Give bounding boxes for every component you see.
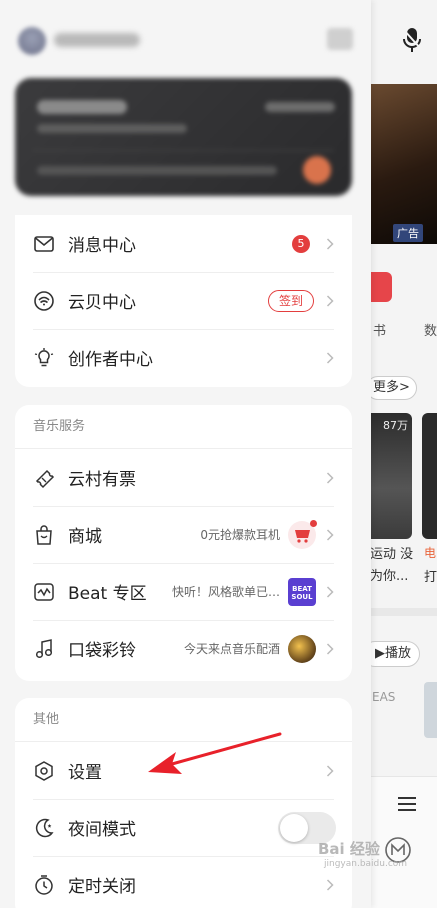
lightbulb-icon — [33, 347, 55, 369]
section-title: 音乐服务 — [15, 405, 352, 449]
chevron-right-icon — [326, 351, 334, 364]
menu-item-beat[interactable]: Beat 专区 快听！风格歌单已… BEAT SOUL — [15, 563, 352, 620]
beat-soul-thumbnail: BEAT SOUL — [288, 577, 316, 606]
background-page: 广告 书 数 更多> 87万 运动 没为你... 电 打 ▶播放 EAS — [370, 0, 437, 908]
menu-item-yunbei[interactable]: 云贝中心 签到 — [15, 272, 352, 329]
chevron-right-icon — [326, 237, 334, 250]
promo-text: 今天来点音乐配酒 — [183, 642, 280, 656]
menu-item-timer[interactable]: 定时关闭 — [15, 856, 352, 908]
ringtone-thumbnail — [288, 634, 316, 663]
menu-item-label: Beat 专区 — [68, 584, 147, 604]
vip-card-blurred[interactable] — [15, 78, 352, 196]
menu-item-tickets[interactable]: 云村有票 — [15, 449, 352, 506]
menu-item-label: 云贝中心 — [68, 293, 136, 313]
playlist-title: 运动 没为你... — [370, 547, 414, 584]
main-menu-card: 消息中心 5 云贝中心 签到 创作者中心 — [15, 215, 352, 387]
playlist-title-2: 打 — [424, 570, 437, 585]
waveform-icon — [33, 581, 55, 603]
other-card: 其他 设置 夜间模式 定时关闭 — [15, 698, 352, 908]
menu-item-messages[interactable]: 消息中心 5 — [15, 215, 352, 272]
checkin-button[interactable]: 签到 — [267, 289, 314, 312]
username-blurred[interactable] — [54, 33, 140, 47]
chevron-right-icon — [326, 878, 334, 891]
playlist-card-2[interactable] — [422, 413, 437, 539]
menu-item-label: 商城 — [68, 527, 102, 547]
play-count: 87万 — [383, 419, 408, 432]
microphone-icon[interactable] — [400, 26, 424, 54]
menu-item-label: 设置 — [68, 763, 102, 783]
menu-item-label: 口袋彩铃 — [68, 641, 136, 661]
shopping-bag-icon — [33, 524, 55, 546]
music-note-icon — [33, 638, 55, 660]
entry-label-2: 数 — [424, 324, 437, 339]
playlist-tag: 电 — [424, 546, 437, 560]
section-title: 其他 — [15, 698, 352, 742]
chevron-right-icon — [326, 528, 334, 541]
ticket-icon — [33, 467, 55, 489]
profile-header — [0, 0, 371, 215]
divider — [370, 608, 437, 616]
scan-icon[interactable] — [327, 28, 353, 50]
menu-item-label: 云村有票 — [68, 470, 136, 490]
song-thumbnail[interactable] — [424, 682, 437, 738]
chevron-right-icon — [326, 471, 334, 484]
chevron-right-icon — [326, 642, 334, 655]
menu-item-night-mode[interactable]: 夜间模式 — [15, 799, 352, 856]
toggle-knob — [280, 813, 308, 842]
side-drawer: 消息中心 5 云贝中心 签到 创作者中心 音乐服务 云村有票 商城 0元抢爆款耳… — [0, 0, 371, 908]
menu-item-creator[interactable]: 创作者中心 — [15, 329, 352, 386]
playlist-icon[interactable] — [396, 794, 418, 814]
song-text: EAS — [372, 690, 396, 704]
banner-image[interactable]: 广告 — [370, 84, 437, 244]
entry-label: 书 — [373, 324, 387, 339]
menu-item-label: 消息中心 — [68, 236, 136, 256]
ad-label: 广告 — [393, 224, 423, 242]
menu-item-ringtone[interactable]: 口袋彩铃 今天来点音乐配酒 — [15, 620, 352, 677]
moon-icon — [33, 817, 55, 839]
chevron-right-icon — [326, 294, 334, 307]
chevron-right-icon — [326, 585, 334, 598]
menu-item-label: 创作者中心 — [68, 350, 153, 370]
more-button[interactable]: 更多> — [370, 376, 417, 400]
mail-icon — [33, 233, 55, 255]
chevron-right-icon — [326, 764, 334, 777]
settings-hexagon-icon — [33, 760, 55, 782]
cart-thumbnail — [288, 519, 317, 549]
entry-icon[interactable] — [370, 272, 392, 302]
promo-text: 0元抢爆款耳机 — [200, 528, 280, 542]
menu-item-settings[interactable]: 设置 — [15, 742, 352, 799]
play-button[interactable]: ▶播放 — [370, 641, 421, 667]
menu-item-label: 夜间模式 — [68, 820, 136, 840]
promo-text: 快听！风格歌单已… — [171, 585, 280, 599]
menu-item-label: 定时关闭 — [68, 877, 136, 897]
yunbei-icon — [33, 290, 55, 312]
playlist-card[interactable]: 87万 — [370, 413, 412, 539]
unread-badge: 5 — [292, 234, 310, 253]
avatar[interactable] — [18, 27, 46, 55]
music-service-card: 音乐服务 云村有票 商城 0元抢爆款耳机 Beat 专区 快听！风格歌单已… B… — [15, 405, 352, 681]
menu-item-mall[interactable]: 商城 0元抢爆款耳机 — [15, 506, 352, 563]
clock-icon — [33, 874, 55, 896]
baidu-watermark: Bai 经验 jingyan.baidu.com — [318, 840, 408, 869]
